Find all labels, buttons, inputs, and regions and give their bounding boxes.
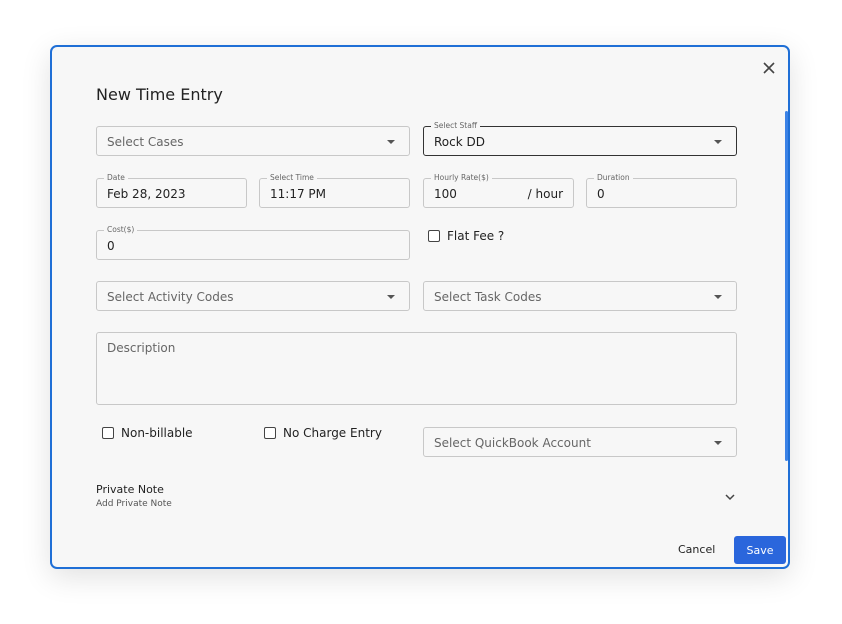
duration-value: 0 <box>597 187 605 201</box>
quickbook-account-placeholder: Select QuickBook Account <box>434 436 591 450</box>
no-charge-entry-checkbox[interactable]: No Charge Entry <box>264 426 382 440</box>
select-staff-dropdown[interactable]: Select Staff Rock DD <box>423 121 737 156</box>
non-billable-checkbox[interactable]: Non-billable <box>102 426 193 440</box>
date-label: Date <box>104 173 128 183</box>
activity-codes-placeholder: Select Activity Codes <box>107 290 234 304</box>
time-entry-dialog: New Time Entry Select Cases Select Staff… <box>50 45 790 569</box>
hourly-rate-label: Hourly Rate($) <box>431 173 492 183</box>
hourly-rate-field[interactable]: Hourly Rate($) 100 / hour <box>423 173 574 208</box>
checkbox-icon <box>428 230 440 242</box>
hourly-rate-value: 100 <box>434 187 457 201</box>
caret-down-icon <box>387 140 395 144</box>
date-value: Feb 28, 2023 <box>107 187 186 201</box>
duration-field[interactable]: Duration 0 <box>586 173 737 208</box>
hourly-rate-suffix: / hour <box>527 187 563 201</box>
select-staff-label: Select Staff <box>431 121 480 131</box>
cost-field[interactable]: Cost($) 0 <box>96 225 410 260</box>
date-field[interactable]: Date Feb 28, 2023 <box>96 173 247 208</box>
close-icon <box>763 62 775 74</box>
checkbox-icon <box>102 427 114 439</box>
caret-down-icon <box>714 140 722 144</box>
save-button[interactable]: Save <box>734 536 786 564</box>
time-label: Select Time <box>267 173 317 183</box>
scrollbar[interactable] <box>785 111 788 461</box>
chevron-down-icon[interactable] <box>724 491 736 503</box>
caret-down-icon <box>387 295 395 299</box>
cost-value: 0 <box>107 239 115 253</box>
private-note-subtitle: Add Private Note <box>96 499 172 509</box>
select-activity-codes-dropdown[interactable]: Select Activity Codes <box>96 281 410 311</box>
close-button[interactable] <box>758 57 780 79</box>
select-quickbook-account-dropdown[interactable]: Select QuickBook Account <box>423 427 737 457</box>
flat-fee-checkbox[interactable]: Flat Fee ? <box>428 229 504 243</box>
non-billable-label: Non-billable <box>121 426 193 440</box>
select-cases-placeholder: Select Cases <box>107 135 184 149</box>
caret-down-icon <box>714 295 722 299</box>
cancel-button[interactable]: Cancel <box>678 543 715 556</box>
private-note-title: Private Note <box>96 483 164 496</box>
cost-label: Cost($) <box>104 225 138 235</box>
select-task-codes-dropdown[interactable]: Select Task Codes <box>423 281 737 311</box>
description-textarea[interactable]: Description <box>96 332 737 405</box>
dialog-title: New Time Entry <box>96 85 223 104</box>
checkbox-icon <box>264 427 276 439</box>
caret-down-icon <box>714 441 722 445</box>
time-field[interactable]: Select Time 11:17 PM <box>259 173 410 208</box>
time-value: 11:17 PM <box>270 187 326 201</box>
select-staff-value: Rock DD <box>434 135 485 149</box>
select-cases-dropdown[interactable]: Select Cases <box>96 126 410 156</box>
task-codes-placeholder: Select Task Codes <box>434 290 542 304</box>
no-charge-entry-label: No Charge Entry <box>283 426 382 440</box>
description-placeholder: Description <box>107 341 176 355</box>
duration-label: Duration <box>594 173 633 183</box>
flat-fee-label: Flat Fee ? <box>447 229 505 243</box>
